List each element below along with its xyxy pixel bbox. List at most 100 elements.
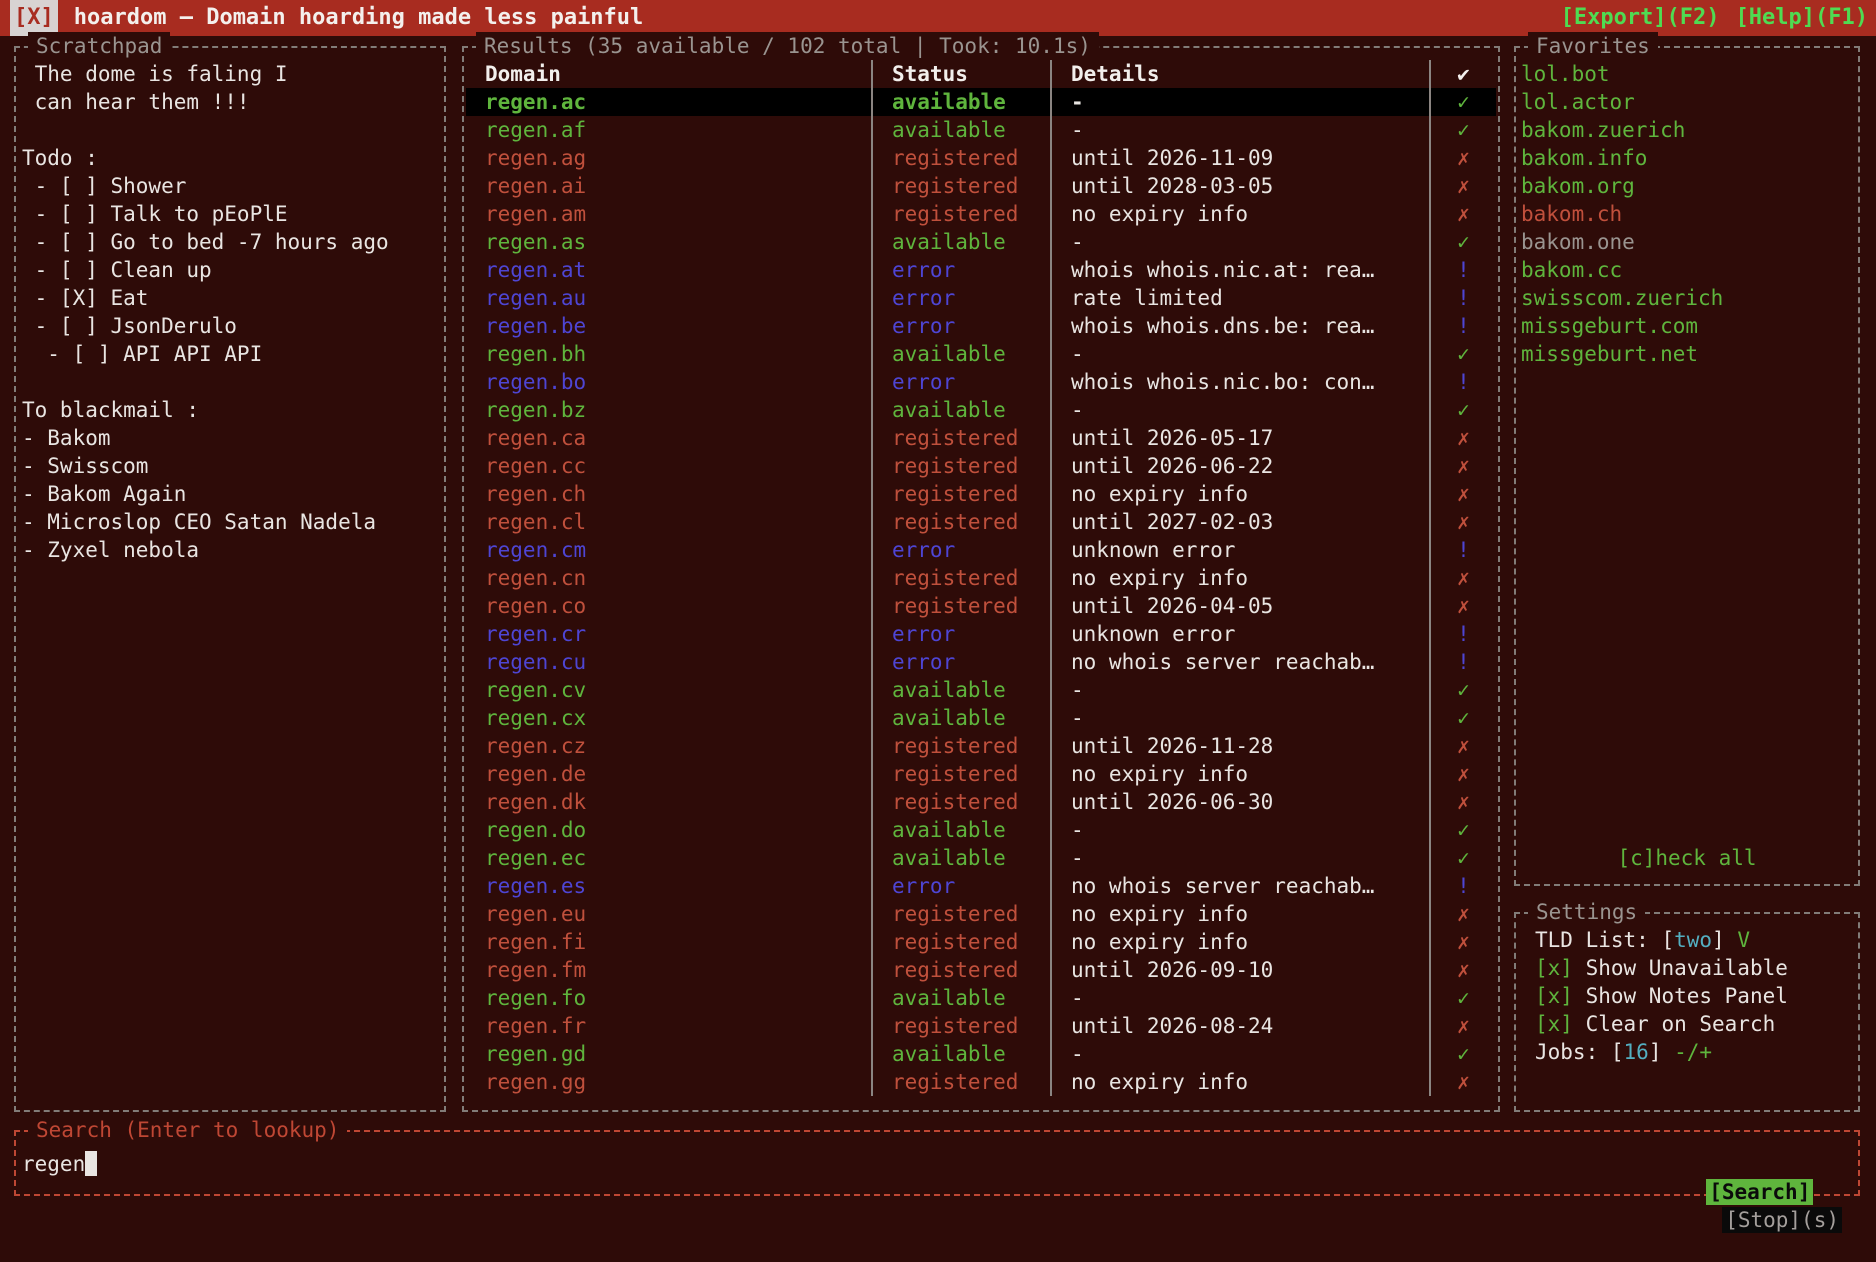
result-status: registered xyxy=(871,760,1050,788)
column-header-status: Status xyxy=(871,60,1050,88)
result-row[interactable]: regen.bzavailable-✓ xyxy=(466,396,1496,424)
result-row[interactable]: regen.gdavailable-✓ xyxy=(466,1040,1496,1068)
result-status: registered xyxy=(871,200,1050,228)
result-details: until 2027-02-03 xyxy=(1050,508,1429,536)
result-row[interactable]: regen.czregistereduntil 2026-11-28✗ xyxy=(466,732,1496,760)
result-row[interactable]: regen.beerrorwhois whois.dns.be: rea…! xyxy=(466,312,1496,340)
favorite-item[interactable]: missgeburt.com xyxy=(1521,312,1854,340)
result-row[interactable]: regen.agregistereduntil 2026-11-09✗ xyxy=(466,144,1496,172)
result-details: - xyxy=(1050,676,1429,704)
result-row[interactable]: regen.coregistereduntil 2026-04-05✗ xyxy=(466,592,1496,620)
result-row[interactable]: regen.crerrorunknown error! xyxy=(466,620,1496,648)
result-status-icon: ✓ xyxy=(1429,844,1496,872)
result-status-icon: ✗ xyxy=(1429,200,1496,228)
check-all-button[interactable]: [c]heck all xyxy=(1516,844,1858,872)
result-details: no expiry info xyxy=(1050,928,1429,956)
result-details: - xyxy=(1050,396,1429,424)
export-button[interactable]: [Export](F2) xyxy=(1561,0,1720,36)
result-row[interactable]: regen.afavailable-✓ xyxy=(466,116,1496,144)
search-button[interactable]: [Search] xyxy=(1706,1179,1813,1205)
result-status: error xyxy=(871,872,1050,900)
result-status-icon: ✗ xyxy=(1429,788,1496,816)
result-row[interactable]: regen.ccregistereduntil 2026-06-22✗ xyxy=(466,452,1496,480)
favorite-item[interactable]: bakom.ch xyxy=(1521,200,1854,228)
favorite-item[interactable]: swisscom.zuerich xyxy=(1521,284,1854,312)
result-domain: regen.ec xyxy=(466,844,871,872)
result-row[interactable]: regen.ecavailable-✓ xyxy=(466,844,1496,872)
settings-segment: ] xyxy=(1712,928,1737,952)
setting-tld-list[interactable]: TLD List: [two] V xyxy=(1535,926,1854,954)
result-row[interactable]: regen.cuerrorno whois server reachab…! xyxy=(466,648,1496,676)
settings-segment: [x] xyxy=(1535,984,1573,1008)
result-details: whois whois.dns.be: rea… xyxy=(1050,312,1429,340)
scratchpad-content[interactable]: The dome is faling I can hear them !!! T… xyxy=(22,60,440,564)
result-domain: regen.de xyxy=(466,760,871,788)
favorite-item[interactable]: bakom.one xyxy=(1521,228,1854,256)
result-row[interactable]: regen.boerrorwhois whois.nic.bo: con…! xyxy=(466,368,1496,396)
result-status: available xyxy=(871,704,1050,732)
result-row[interactable]: regen.aterrorwhois whois.nic.at: rea…! xyxy=(466,256,1496,284)
result-details: - xyxy=(1050,116,1429,144)
result-details: whois whois.nic.at: rea… xyxy=(1050,256,1429,284)
setting-show-notes-panel[interactable]: [x] Show Notes Panel xyxy=(1535,982,1854,1010)
result-status: error xyxy=(871,536,1050,564)
result-status-icon: ✗ xyxy=(1429,424,1496,452)
result-domain: regen.ag xyxy=(466,144,871,172)
setting-show-unavailable[interactable]: [x] Show Unavailable xyxy=(1535,954,1854,982)
result-row[interactable]: regen.ggregisteredno expiry info✗ xyxy=(466,1068,1496,1096)
search-input[interactable]: regen xyxy=(22,1150,97,1178)
result-row[interactable]: regen.auerrorrate limited! xyxy=(466,284,1496,312)
result-row[interactable]: regen.firegisteredno expiry info✗ xyxy=(466,928,1496,956)
result-row[interactable]: regen.chregisteredno expiry info✗ xyxy=(466,480,1496,508)
result-row[interactable]: regen.fmregistereduntil 2026-09-10✗ xyxy=(466,956,1496,984)
favorites-list: lol.botlol.actorbakom.zuerichbakom.infob… xyxy=(1521,60,1854,368)
column-header-details: Details xyxy=(1050,60,1429,88)
favorite-item[interactable]: lol.actor xyxy=(1521,88,1854,116)
result-row[interactable]: regen.amregisteredno expiry info✗ xyxy=(466,200,1496,228)
result-status-icon: ✓ xyxy=(1429,676,1496,704)
favorite-item[interactable]: bakom.cc xyxy=(1521,256,1854,284)
search-panel: Search (Enter to lookup) regen [Search] … xyxy=(14,1130,1860,1196)
result-row[interactable]: regen.clregistereduntil 2027-02-03✗ xyxy=(466,508,1496,536)
result-row[interactable]: regen.cmerrorunknown error! xyxy=(466,536,1496,564)
result-row[interactable]: regen.airegistereduntil 2028-03-05✗ xyxy=(466,172,1496,200)
result-row[interactable]: regen.bhavailable-✓ xyxy=(466,340,1496,368)
result-row[interactable]: regen.cnregisteredno expiry info✗ xyxy=(466,564,1496,592)
setting-clear-on-search[interactable]: [x] Clear on Search xyxy=(1535,1010,1854,1038)
result-status-icon: ✗ xyxy=(1429,592,1496,620)
favorite-item[interactable]: missgeburt.net xyxy=(1521,340,1854,368)
favorite-item[interactable]: bakom.org xyxy=(1521,172,1854,200)
result-row[interactable]: regen.doavailable-✓ xyxy=(466,816,1496,844)
result-status: available xyxy=(871,340,1050,368)
close-button[interactable]: [X] xyxy=(10,0,58,36)
result-status: available xyxy=(871,984,1050,1012)
result-row[interactable]: regen.foavailable-✓ xyxy=(466,984,1496,1012)
result-details: - xyxy=(1050,704,1429,732)
settings-segment: Show Unavailable xyxy=(1573,956,1788,980)
favorite-item[interactable]: lol.bot xyxy=(1521,60,1854,88)
result-row[interactable]: regen.eserrorno whois server reachab…! xyxy=(466,872,1496,900)
scratchpad-line: - [ ] Talk to pEoPlE xyxy=(22,200,440,228)
result-status: registered xyxy=(871,508,1050,536)
result-row[interactable]: regen.acavailable-✓ xyxy=(466,88,1496,116)
scratchpad-line: The dome is faling I xyxy=(22,60,440,88)
result-row[interactable]: regen.cvavailable-✓ xyxy=(466,676,1496,704)
result-row[interactable]: regen.caregistereduntil 2026-05-17✗ xyxy=(466,424,1496,452)
help-button[interactable]: [Help](F1) xyxy=(1736,0,1868,36)
result-row[interactable]: regen.cxavailable-✓ xyxy=(466,704,1496,732)
result-row[interactable]: regen.deregisteredno expiry info✗ xyxy=(466,760,1496,788)
result-row[interactable]: regen.euregisteredno expiry info✗ xyxy=(466,900,1496,928)
result-status: available xyxy=(871,88,1050,116)
favorite-item[interactable]: bakom.info xyxy=(1521,144,1854,172)
settings-segment: [x] xyxy=(1535,956,1573,980)
result-domain: regen.bh xyxy=(466,340,871,368)
result-row[interactable]: regen.dkregistereduntil 2026-06-30✗ xyxy=(466,788,1496,816)
favorite-item[interactable]: bakom.zuerich xyxy=(1521,116,1854,144)
setting-jobs[interactable]: Jobs: [16] -/+ xyxy=(1535,1038,1854,1066)
result-domain: regen.gd xyxy=(466,1040,871,1068)
result-row[interactable]: regen.frregistereduntil 2026-08-24✗ xyxy=(466,1012,1496,1040)
favorites-panel: Favorites lol.botlol.actorbakom.zuerichb… xyxy=(1514,46,1860,886)
result-row[interactable]: regen.asavailable-✓ xyxy=(466,228,1496,256)
result-domain: regen.bz xyxy=(466,396,871,424)
stop-button[interactable]: [Stop](s) xyxy=(1722,1207,1842,1233)
